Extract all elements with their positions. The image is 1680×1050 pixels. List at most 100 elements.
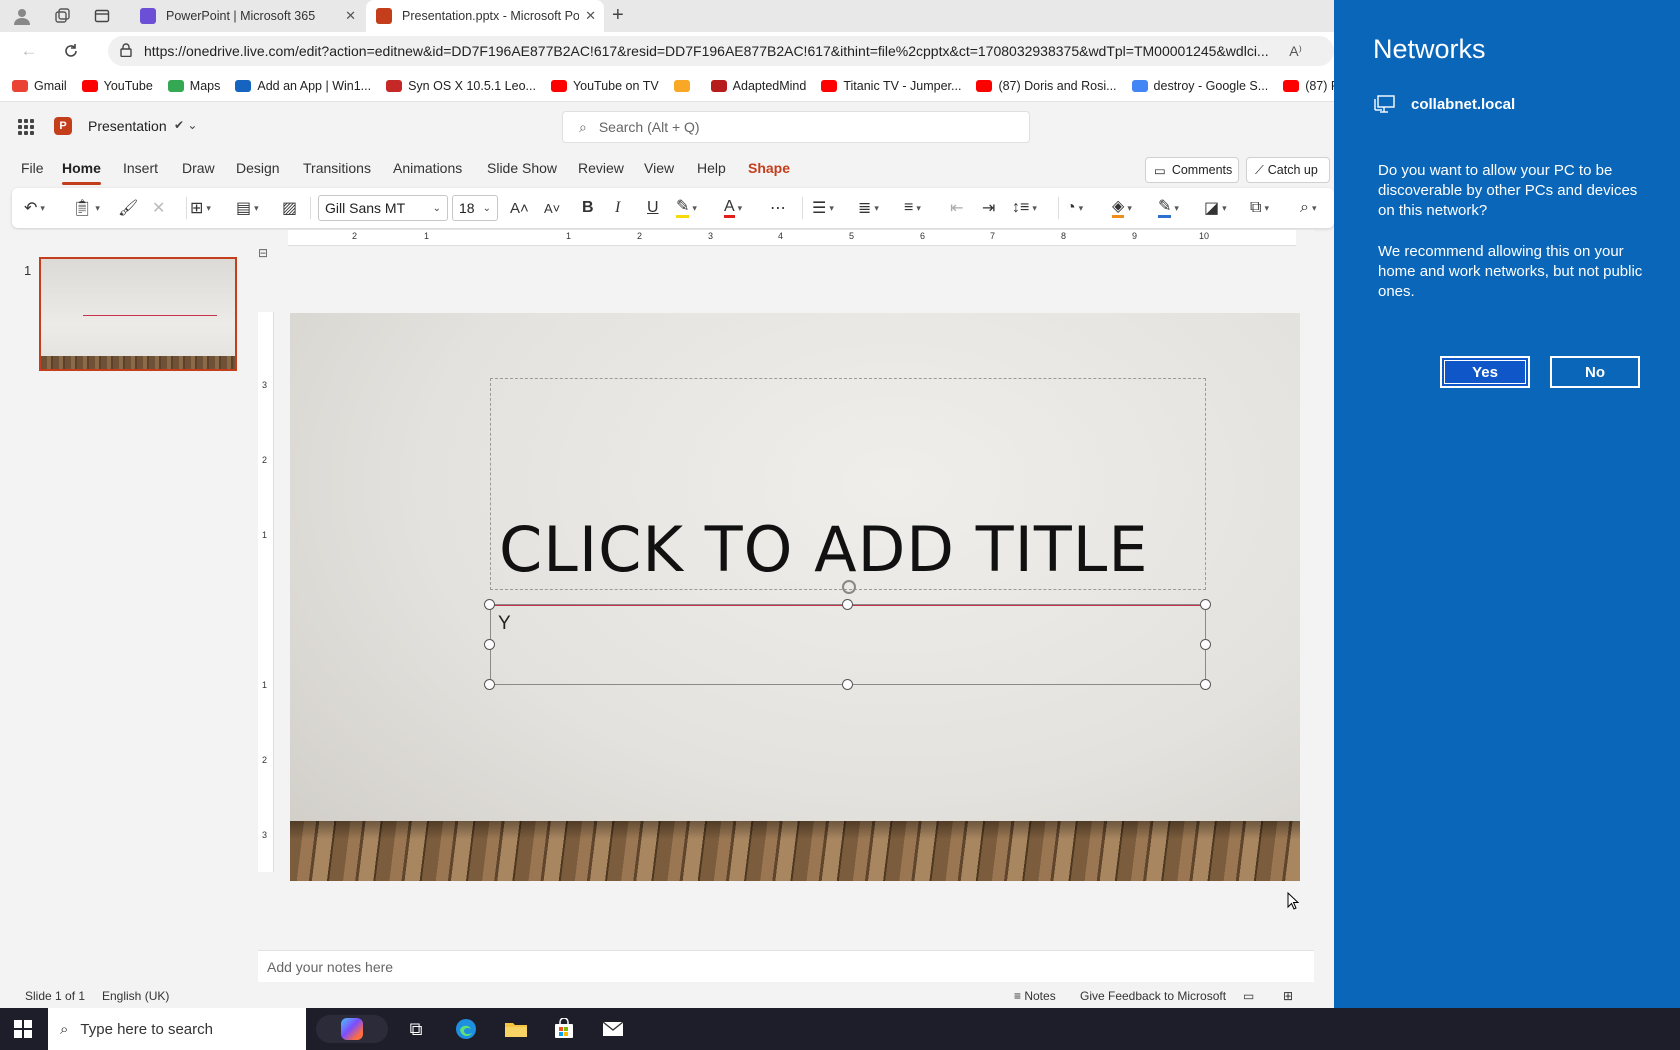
subtitle-placeholder[interactable]: Y (490, 604, 1206, 685)
bookmark-item[interactable]: (87) Doris and Rosi... (976, 79, 1117, 93)
tab-animations[interactable]: Animations (393, 160, 462, 176)
slide-sorter-icon[interactable]: ⊞ (1283, 989, 1293, 1003)
normal-view-icon[interactable]: ▭ (1243, 989, 1254, 1003)
language[interactable]: English (UK) (102, 989, 169, 1003)
decrease-indent-button[interactable]: ⇤ (950, 196, 963, 220)
resize-handle[interactable] (484, 639, 495, 650)
copilot-button[interactable] (316, 1015, 388, 1043)
collapse-pane-icon[interactable]: ⊟ (258, 246, 276, 262)
tab-shape[interactable]: Shape (748, 160, 790, 176)
font-color-button[interactable]: A ▾ (724, 196, 742, 220)
undo-button[interactable]: ↶ ▾ (24, 196, 45, 220)
align-button[interactable]: ≡ ▾ (904, 196, 921, 220)
title-placeholder[interactable]: CLICK TO ADD TITLE (490, 378, 1206, 590)
catch-up-button[interactable]: ⟋ Catch up (1246, 157, 1330, 183)
paste-button[interactable]: 📋︎ ▾ (72, 196, 100, 220)
grow-font-button[interactable]: A˄ (510, 196, 529, 220)
increase-indent-button[interactable]: ⇥ (982, 196, 995, 220)
back-icon[interactable]: ← (18, 40, 40, 62)
resize-handle[interactable] (1200, 679, 1211, 690)
bookmark-item[interactable]: YouTube on TV (550, 79, 659, 93)
shapes-button[interactable]: ◔ ▾ (1066, 196, 1083, 220)
resize-handle[interactable] (484, 599, 495, 610)
tab-slide-show[interactable]: Slide Show (487, 160, 557, 176)
tab-home[interactable]: Home (62, 160, 101, 185)
task-view-icon[interactable]: ⧉ (403, 1017, 429, 1041)
find-button[interactable]: ⌕ ▾ (1300, 196, 1317, 220)
delete-button[interactable]: ✕ (152, 196, 165, 220)
bold-button[interactable]: B (582, 196, 594, 220)
shrink-font-button[interactable]: A˅ (544, 196, 560, 220)
resize-handle[interactable] (484, 679, 495, 690)
shape-outline-button[interactable]: ✎ ▾ (1158, 196, 1179, 220)
layout-button[interactable]: ▤ ▾ (236, 196, 259, 220)
highlight-button[interactable]: ✎ ▾ (676, 196, 697, 220)
tab-help[interactable]: Help (697, 160, 726, 176)
arrange-button[interactable]: ⧉ ▾ (1250, 196, 1269, 220)
mail-icon[interactable] (600, 1017, 626, 1041)
format-painter-button[interactable]: 🖌︎ (118, 196, 138, 220)
rotate-handle[interactable] (842, 580, 856, 594)
reuse-slides-button[interactable]: ▨ (282, 196, 297, 220)
notes-pane[interactable]: Add your notes here (258, 950, 1314, 982)
url-field[interactable]: https://onedrive.live.com/edit?action=ed… (108, 36, 1334, 66)
tab-view[interactable]: View (644, 160, 674, 176)
tab-insert[interactable]: Insert (123, 160, 158, 176)
line-spacing-button[interactable]: ↕≡ ▾ (1012, 196, 1037, 220)
tab-draw[interactable]: Draw (182, 160, 215, 176)
taskbar-search[interactable]: ⌕ Type here to search (48, 1008, 306, 1050)
tab-transitions[interactable]: Transitions (303, 160, 371, 176)
document-status-icon[interactable]: ✔ ⌄ (174, 118, 197, 132)
no-button[interactable]: No (1550, 356, 1640, 388)
tab-design[interactable]: Design (236, 160, 280, 176)
bookmark-item[interactable]: (87) Rainb (1283, 79, 1334, 93)
numbering-button[interactable]: ≣ ▾ (858, 196, 879, 220)
file-explorer-icon[interactable] (503, 1017, 529, 1041)
resize-handle[interactable] (842, 599, 853, 610)
app-launcher-icon[interactable] (18, 119, 34, 135)
refresh-icon[interactable] (60, 40, 82, 62)
bookmark-item[interactable]: Add an App | Win1... (235, 79, 371, 93)
bookmark-item[interactable]: Syn OS X 10.5.1 Leo... (386, 79, 536, 93)
more-font-options-button[interactable]: ⋯ (770, 196, 786, 220)
font-size-select[interactable]: 18 ⌄ (452, 195, 498, 221)
resize-handle[interactable] (1200, 639, 1211, 650)
bookmark-item[interactable]: Maps (167, 79, 220, 93)
new-tab-button[interactable]: + (612, 4, 624, 27)
bookmark-item[interactable]: destroy - Google S... (1131, 79, 1268, 93)
tab-review[interactable]: Review (578, 160, 624, 176)
bullets-button[interactable]: ☰ ▾ (812, 196, 834, 220)
close-tab-icon[interactable]: ✕ (585, 8, 596, 24)
italic-button[interactable]: I (615, 196, 620, 220)
read-aloud-icon[interactable]: A⁾ (1289, 43, 1302, 60)
bookmark-item[interactable]: AdaptedMind (710, 79, 806, 93)
browser-tab-powerpoint-home[interactable]: PowerPoint | Microsoft 365 ✕ (130, 0, 364, 32)
yes-button[interactable]: Yes (1440, 356, 1530, 388)
resize-handle[interactable] (842, 679, 853, 690)
underline-button[interactable]: U (647, 196, 659, 220)
shape-fill-button[interactable]: ◈ ▾ (1112, 196, 1132, 220)
profile-icon[interactable] (12, 6, 32, 26)
slide[interactable]: CLICK TO ADD TITLE Y (290, 313, 1300, 881)
search-box[interactable]: ⌕ Search (Alt + Q) (562, 111, 1030, 143)
browser-tab-presentation[interactable]: Presentation.pptx - Microsoft Po ✕ (366, 0, 604, 32)
workspaces-icon[interactable] (52, 6, 72, 26)
shape-effects-button[interactable]: ◪ ▾ (1204, 196, 1227, 220)
new-slide-button[interactable]: ⊞ ▾ (190, 196, 211, 220)
edge-icon[interactable] (453, 1017, 479, 1041)
bookmark-item[interactable]: Gmail (12, 79, 67, 93)
resize-handle[interactable] (1200, 599, 1211, 610)
bookmark-item[interactable]: Titanic TV - Jumper... (821, 79, 961, 93)
comments-button[interactable]: ▭ Comments (1145, 157, 1239, 183)
slide-thumbnail[interactable] (39, 257, 237, 371)
font-name-select[interactable]: Gill Sans MT ⌄ (318, 195, 448, 221)
feedback-link[interactable]: Give Feedback to Microsoft (1080, 989, 1226, 1003)
tab-file[interactable]: File (21, 160, 44, 176)
document-name[interactable]: Presentation (88, 118, 167, 134)
bookmark-item[interactable]: YouTube (81, 79, 153, 93)
notes-toggle[interactable]: ≡ Notes (1014, 989, 1056, 1003)
bookmark-item[interactable] (673, 79, 696, 92)
close-tab-icon[interactable]: ✕ (345, 8, 356, 24)
tab-actions-icon[interactable] (92, 6, 112, 26)
windows-start-icon[interactable] (14, 1020, 32, 1038)
